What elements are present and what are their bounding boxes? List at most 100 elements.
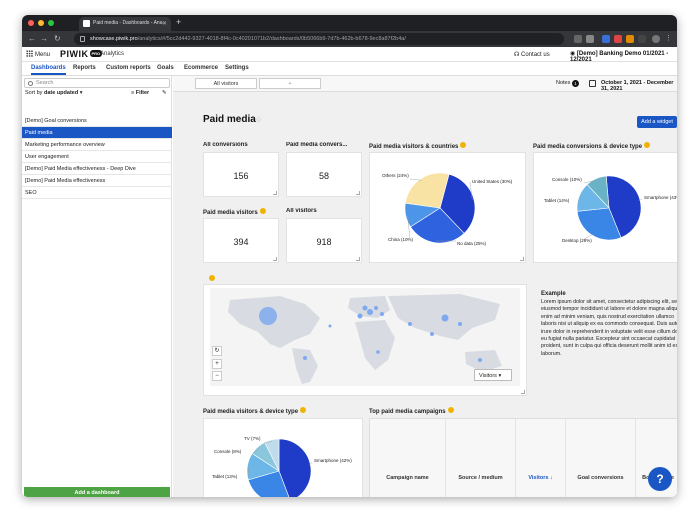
tab-reports[interactable]: Reports — [73, 65, 96, 71]
filter-button[interactable]: ≡ Filter — [131, 90, 149, 96]
resize-handle[interactable] — [356, 257, 360, 261]
menu-label: Menu — [35, 52, 51, 58]
back-icon[interactable]: ← — [28, 34, 36, 43]
minimize-window-dot[interactable] — [38, 20, 44, 26]
piwik-pro-logo[interactable]: PIWIK PRO — [60, 49, 103, 59]
resize-handle[interactable] — [273, 191, 277, 195]
column-header[interactable]: Source / medium — [446, 419, 516, 497]
extension-icon[interactable] — [614, 35, 622, 43]
widget-title-text: Top paid media campaigns — [369, 409, 446, 415]
main-nav: Dashboards Reports Custom reports Goals … — [22, 62, 677, 76]
extension-icon[interactable] — [638, 35, 646, 43]
map-card: ↻ + − Visitors ▾ — [203, 284, 527, 396]
dashboard-item-active[interactable]: Paid media — [22, 127, 172, 139]
extension-icon[interactable] — [602, 35, 610, 43]
resize-handle[interactable] — [521, 390, 525, 394]
widget-title: Paid media visitors & countries — [369, 142, 529, 150]
profile-icon[interactable] — [652, 35, 660, 43]
tab-ecommerce[interactable]: Ecommerce — [184, 65, 218, 71]
resize-handle[interactable] — [356, 191, 360, 195]
dashboard-item[interactable]: Marketing performance overview — [22, 139, 172, 151]
tab-goals[interactable]: Goals — [157, 65, 174, 71]
zoom-in-button[interactable]: + — [212, 359, 222, 369]
date-range-picker[interactable]: October 1, 2021 - December 31, 2021 — [601, 80, 677, 92]
countries-pie-chart[interactable]: United States (30%) No data (25%) China (1… — [370, 153, 527, 264]
tab-settings[interactable]: Settings — [225, 65, 249, 71]
help-icon[interactable] — [447, 407, 454, 413]
browser-tab-title: Paid media - Dashboards - Ana — [93, 20, 163, 26]
dashboard-search-input[interactable]: Search — [24, 78, 170, 88]
reset-map-icon[interactable]: ↻ — [212, 346, 222, 356]
notes-button[interactable]: Notes 1 — [556, 80, 579, 87]
dashboard-item[interactable]: User engagement — [22, 151, 172, 163]
column-header[interactable]: Goal conversions — [566, 419, 636, 497]
bookmark-icon[interactable] — [586, 35, 594, 43]
kpi-card: 156 — [203, 152, 279, 197]
column-header-sorted[interactable]: Visitors ↓ — [516, 419, 566, 497]
add-segment-button[interactable]: + — [259, 78, 321, 89]
map-metric-select[interactable]: Visitors ▾ — [474, 369, 512, 381]
segment-all-visitors[interactable]: All visitors — [195, 78, 257, 89]
pie-chart-card: Smartphone (42%)Desktop (25%)Tablet (13%… — [203, 418, 363, 497]
sort-select[interactable]: date updated — [44, 90, 78, 96]
column-header-label: Visitors — [528, 475, 549, 481]
browser-tab[interactable]: Paid media - Dashboards - Ana ✕ — [79, 17, 171, 31]
contact-us-link[interactable]: ☊ Contact us — [514, 51, 550, 58]
resize-handle[interactable] — [520, 257, 524, 261]
help-icon[interactable] — [644, 142, 651, 148]
share-icon[interactable] — [574, 35, 582, 43]
filter-icon: ≡ — [131, 90, 135, 96]
star-icon[interactable]: ☆ — [255, 115, 262, 124]
notes-count-badge: 1 — [571, 80, 579, 87]
browser-window: Paid media - Dashboards - Ana ✕ + ← → ↻ … — [22, 15, 677, 497]
help-icon[interactable] — [460, 142, 467, 148]
help-icon[interactable] — [300, 407, 307, 413]
favicon-icon — [83, 20, 90, 27]
pie-label: Smartphone (42%) — [314, 458, 352, 463]
pie-label: No data (25%) — [457, 241, 487, 246]
resize-handle[interactable] — [273, 257, 277, 261]
new-tab-icon[interactable]: + — [176, 17, 181, 27]
add-dashboard-button[interactable]: Add a dashboard — [24, 487, 170, 497]
example-body: Lorem ipsum dolor sit amet, consectetur … — [541, 299, 677, 357]
widget-title: All visitors — [286, 208, 317, 214]
notes-label: Notes — [556, 80, 571, 86]
pie-label: Desktop (28%) — [562, 238, 592, 243]
edit-icon[interactable]: ✎ — [162, 90, 167, 96]
close-tab-icon[interactable]: ✕ — [162, 20, 167, 27]
widget-title: All conversions — [203, 142, 248, 148]
pie-label: TV (7%) — [244, 436, 261, 441]
extension-icon[interactable] — [626, 35, 634, 43]
dashboard-item[interactable]: [Demo] Paid Media effectiveness - Deep D… — [22, 163, 172, 175]
column-header[interactable]: Campaign name — [370, 419, 446, 497]
app-header: Menu PIWIK PRO Analytics ☊ Contact us ◉ [… — [22, 47, 677, 63]
dashboard-item[interactable]: [Demo] Paid Media effectiveness — [22, 175, 172, 187]
grid-icon — [26, 50, 33, 57]
kpi-value: 58 — [318, 171, 329, 181]
pie-label: Tablet (14%) — [544, 198, 570, 203]
close-window-dot[interactable] — [28, 20, 34, 26]
conversions-device-pie-chart[interactable]: Smartphone (43%) Desktop (28%) Tablet (14%… — [534, 153, 677, 264]
help-button[interactable]: ? — [648, 467, 672, 491]
maximize-window-dot[interactable] — [48, 20, 54, 26]
dashboard-item[interactable]: SEO — [22, 187, 172, 199]
widget-title-text: Paid media visitors & device type — [203, 409, 299, 415]
tab-custom-reports[interactable]: Custom reports — [106, 65, 151, 71]
browser-titlebar: Paid media - Dashboards - Ana ✕ + — [22, 15, 677, 31]
zoom-out-button[interactable]: − — [212, 371, 222, 381]
menu-button[interactable]: Menu — [26, 50, 50, 58]
forward-icon[interactable]: → — [40, 34, 48, 43]
tab-dashboards[interactable]: Dashboards — [31, 65, 66, 75]
dashboard-item[interactable]: [Demo] Goal conversions — [22, 115, 172, 127]
help-icon[interactable] — [209, 275, 215, 281]
calendar-icon[interactable] — [589, 80, 596, 87]
help-icon[interactable] — [259, 208, 266, 214]
browser-menu-icon[interactable]: ⋮ — [665, 34, 673, 42]
url-field[interactable]: showcase.piwik.pro/analytics/#/5cc2d442-… — [74, 33, 564, 45]
visitors-device-pie-chart[interactable]: Smartphone (42%)Desktop (25%)Tablet (13%… — [204, 419, 364, 497]
add-widget-button[interactable]: Add a widget — [637, 116, 677, 128]
dashboard-sidebar: Search Sort by date updated ▾ ≡ Filter ✎… — [22, 76, 172, 497]
page-title: Paid media — [203, 114, 256, 125]
widget-title: Top paid media campaigns — [369, 407, 529, 415]
reload-icon[interactable]: ↻ — [54, 34, 61, 43]
